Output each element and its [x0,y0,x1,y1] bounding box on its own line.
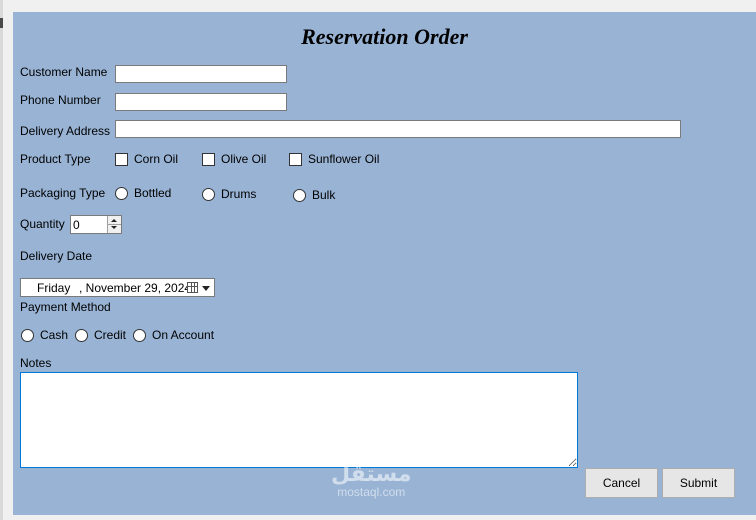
chevron-down-icon[interactable] [202,286,210,291]
quantity-value[interactable]: 0 [73,218,80,232]
delivery-date-text: , November 29, 2024 [79,281,192,295]
bulk-label: Bulk [312,188,336,202]
quantity-label: Quantity [20,217,65,231]
drums-radio[interactable]: Drums [202,187,256,201]
edge-marker [0,18,3,28]
drums-label: Drums [221,187,257,201]
delivery-date-label: Delivery Date [20,249,93,263]
credit-radio[interactable]: Credit [75,328,126,342]
bottled-radio-circle[interactable] [115,186,128,200]
phone-number-input[interactable] [115,93,287,111]
cash-label: Cash [40,328,69,342]
delivery-address-input[interactable] [115,120,681,138]
bulk-radio-circle[interactable] [293,188,306,202]
packaging-type-label: Packaging Type [20,186,106,200]
bottled-radio[interactable]: Bottled [115,186,171,200]
quantity-spin-buttons[interactable] [107,216,121,233]
window-edge [0,0,3,520]
delivery-address-label: Delivery Address [20,124,111,138]
notes-textarea[interactable] [20,372,578,468]
corn-oil-checkbox-box[interactable] [115,152,128,166]
cash-radio[interactable]: Cash [21,328,68,342]
delivery-date-day: Friday [37,281,71,295]
corn-oil-label: Corn Oil [134,152,179,166]
calendar-icon[interactable] [187,282,198,293]
drums-radio-circle[interactable] [202,187,215,201]
spin-divider [108,224,121,225]
bottled-label: Bottled [134,186,172,200]
sunflower-oil-label: Sunflower Oil [308,152,380,166]
delivery-date-picker[interactable]: Friday , November 29, 2024 [20,278,215,297]
bulk-radio[interactable]: Bulk [293,188,335,202]
olive-oil-label: Olive Oil [221,152,267,166]
watermark-arabic: مستقل [331,462,412,487]
sunflower-oil-checkbox[interactable]: Sunflower Oil [289,152,379,166]
olive-oil-checkbox[interactable]: Olive Oil [202,152,266,166]
credit-label: Credit [94,328,127,342]
watermark: مستقل mostaql.com [331,462,412,499]
customer-name-input[interactable] [115,65,287,83]
phone-number-label: Phone Number [20,93,101,107]
quantity-stepper[interactable]: 0 [70,215,122,234]
reservation-form: Reservation Order Customer Name Phone Nu… [13,12,756,515]
cash-radio-circle[interactable] [21,328,34,342]
corn-oil-checkbox[interactable]: Corn Oil [115,152,178,166]
cancel-button[interactable]: Cancel [585,468,658,498]
form-title: Reservation Order [301,24,468,49]
submit-button[interactable]: Submit [662,468,735,498]
notes-label: Notes [20,356,52,370]
olive-oil-checkbox-box[interactable] [202,152,215,166]
on-account-label: On Account [152,328,215,342]
on-account-radio[interactable]: On Account [133,328,214,342]
sunflower-oil-checkbox-box[interactable] [289,152,302,166]
on-account-radio-circle[interactable] [133,328,146,342]
spin-down-icon[interactable] [111,226,117,229]
watermark-latin: mostaql.com [337,485,406,499]
product-type-label: Product Type [20,152,91,166]
customer-name-label: Customer Name [20,65,108,79]
spin-up-icon[interactable] [111,219,117,222]
credit-radio-circle[interactable] [75,328,88,342]
payment-method-label: Payment Method [20,300,111,314]
